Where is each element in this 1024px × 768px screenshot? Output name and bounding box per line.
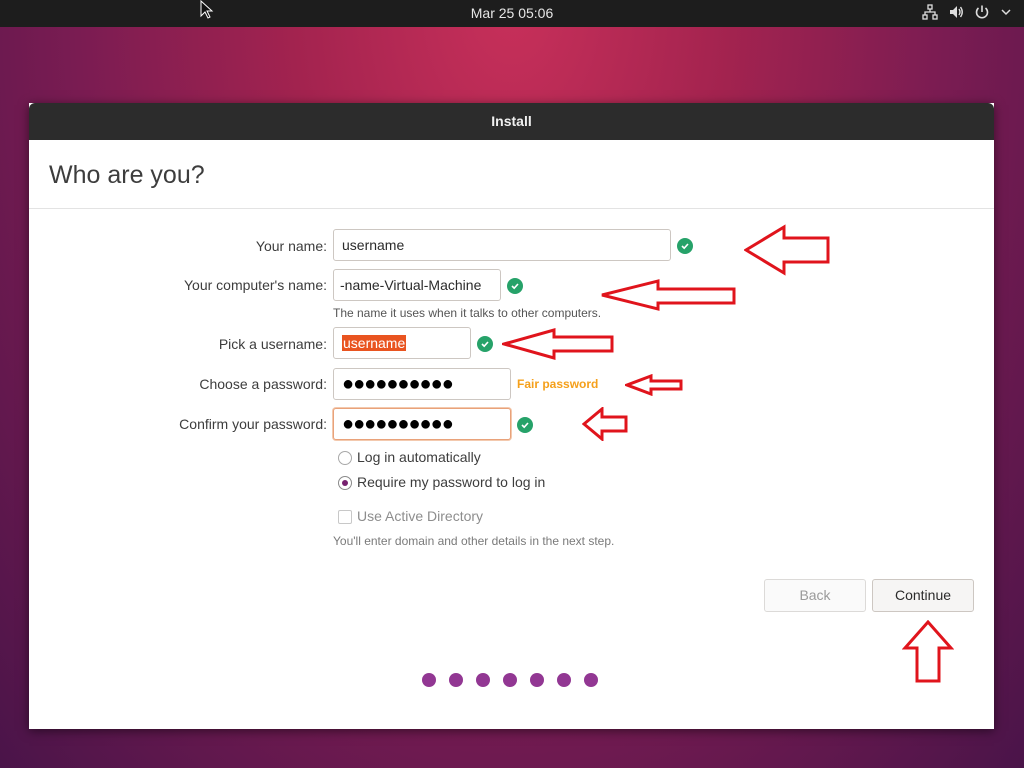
progress-dot <box>530 673 544 687</box>
progress-dot <box>422 673 436 687</box>
window-title: Install <box>29 103 994 140</box>
username-input[interactable]: username <box>333 327 471 359</box>
confirm-password-input[interactable]: ●●●●●●●●●● <box>333 408 511 440</box>
log-in-automatically-radio[interactable] <box>338 451 352 465</box>
check-icon <box>517 417 533 433</box>
network-icon[interactable] <box>922 4 938 20</box>
page-title: Who are you? <box>49 161 205 189</box>
chevron-down-icon[interactable] <box>1000 6 1012 18</box>
power-icon[interactable] <box>974 4 990 20</box>
computer-name-label: Your computer's name: <box>183 277 327 293</box>
username-label: Pick a username: <box>218 336 327 352</box>
clock[interactable]: Mar 25 05:06 <box>0 5 1024 21</box>
password-input[interactable]: ●●●●●●●●●● <box>333 368 511 400</box>
password-label: Choose a password: <box>199 376 327 392</box>
progress-dot <box>584 673 598 687</box>
top-bar: Mar 25 05:06 <box>0 0 1024 27</box>
your-name-input[interactable]: username <box>333 229 671 261</box>
back-button[interactable]: Back <box>764 579 866 612</box>
continue-button[interactable]: Continue <box>872 579 974 612</box>
progress-dot <box>503 673 517 687</box>
progress-dot <box>476 673 490 687</box>
active-directory-hint: You'll enter domain and other details in… <box>333 534 615 548</box>
check-icon <box>677 238 693 254</box>
check-icon <box>507 278 523 294</box>
volume-icon[interactable] <box>948 4 964 20</box>
divider <box>29 208 994 209</box>
require-password-radio[interactable] <box>338 476 352 490</box>
check-icon <box>477 336 493 352</box>
progress-dots <box>422 673 598 687</box>
annotation-arrow-left-icon <box>625 374 683 396</box>
confirm-password-label: Confirm your password: <box>179 416 327 432</box>
active-directory-checkbox[interactable] <box>338 510 352 524</box>
system-tray[interactable] <box>922 4 1012 20</box>
progress-dot <box>449 673 463 687</box>
active-directory-label[interactable]: Use Active Directory <box>357 508 483 524</box>
annotation-arrow-left-icon <box>744 224 830 276</box>
annotation-arrow-left-icon <box>502 328 614 360</box>
computer-name-hint: The name it uses when it talks to other … <box>333 306 602 320</box>
annotation-arrow-left-icon <box>582 407 628 441</box>
password-dots: ●●●●●●●●●● <box>342 373 454 395</box>
progress-dot <box>557 673 571 687</box>
installer-window: Install Who are you? Your name: username… <box>29 103 994 729</box>
require-password-label[interactable]: Require my password to log in <box>357 474 545 490</box>
confirm-password-dots: ●●●●●●●●●● <box>342 413 454 435</box>
your-name-label: Your name: <box>255 238 327 254</box>
log-in-automatically-label[interactable]: Log in automatically <box>357 449 481 465</box>
annotation-arrow-up-icon <box>902 620 954 683</box>
password-strength: Fair password <box>517 377 599 391</box>
computer-name-input[interactable]: -name-Virtual-Machine <box>333 269 501 301</box>
annotation-arrow-left-icon <box>601 279 736 311</box>
selected-text: username <box>342 335 407 351</box>
mouse-cursor-icon <box>200 0 214 25</box>
